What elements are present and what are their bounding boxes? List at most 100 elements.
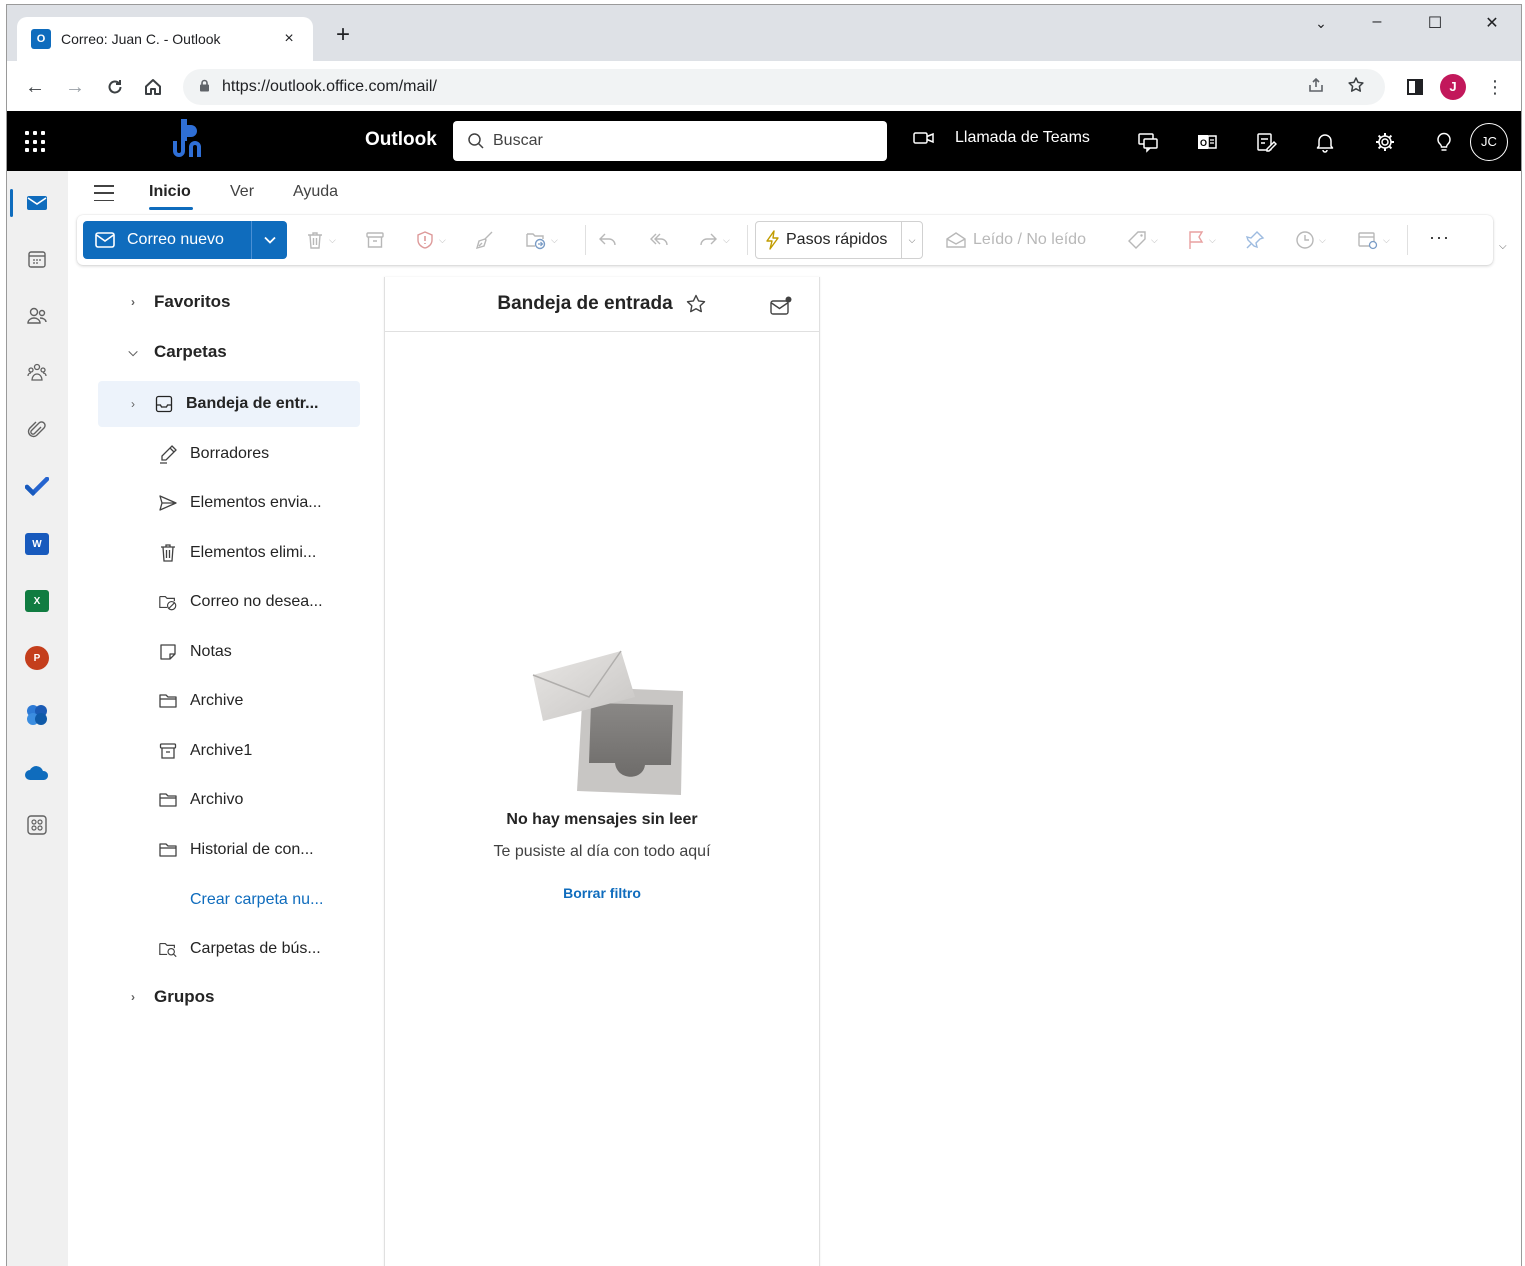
favorites-section[interactable]: › Favoritos	[68, 279, 330, 325]
quick-steps-main[interactable]: Pasos rápidos	[756, 230, 901, 250]
chat-feedback-icon[interactable]	[1137, 131, 1159, 153]
app-name[interactable]: Outlook	[365, 129, 437, 151]
settings-gear-icon[interactable]	[1374, 131, 1396, 153]
move-to-button[interactable]: ⌵	[525, 229, 558, 251]
reply-button[interactable]	[597, 229, 619, 251]
pin-icon	[1245, 231, 1265, 249]
new-mail-label: Correo nuevo	[127, 231, 224, 248]
folder-item-notes[interactable]: Notas	[98, 629, 360, 675]
new-tab-button[interactable]: +	[329, 23, 357, 47]
home-icon[interactable]	[139, 73, 167, 101]
tab-ver[interactable]: Ver	[230, 183, 254, 201]
navigation-menu-icon[interactable]	[94, 185, 114, 201]
more-apps-icon[interactable]	[23, 811, 51, 839]
folder-item-inbox[interactable]: › Bandeja de entr...	[98, 381, 360, 427]
groups-section[interactable]: › Grupos	[68, 974, 330, 1020]
mail-icon[interactable]	[23, 189, 51, 217]
reload-icon[interactable]	[101, 73, 129, 101]
empty-state-title: No hay mensajes sin leer	[506, 811, 698, 828]
onedrive-cloud-icon[interactable]	[23, 759, 51, 787]
tab-close-icon[interactable]: ×	[279, 30, 299, 48]
rules-button[interactable]: ⌵	[1357, 229, 1390, 251]
flag-button[interactable]: ⌵	[1187, 229, 1216, 251]
folder-label: Notas	[190, 643, 232, 660]
favorites-label: Favoritos	[154, 292, 231, 311]
search-input[interactable]: Buscar	[453, 121, 887, 161]
reply-all-button[interactable]	[647, 229, 669, 251]
pin-button[interactable]	[1245, 229, 1265, 251]
attachment-paperclip-icon[interactable]	[23, 416, 51, 444]
clear-filter-link[interactable]: Borrar filtro	[385, 885, 819, 901]
folder-item-drafts[interactable]: Borradores	[98, 431, 360, 477]
todo-check-icon[interactable]	[23, 473, 51, 501]
drafts-icon	[158, 444, 178, 464]
word-icon[interactable]: W	[23, 530, 51, 558]
address-bar[interactable]: https://outlook.office.com/mail/	[183, 69, 1385, 105]
chevron-down-icon: ⌵	[128, 344, 138, 359]
snooze-button[interactable]: ⌵	[1295, 229, 1326, 251]
folder-label: Correo no desea...	[190, 593, 323, 610]
folder-item-sent[interactable]: Elementos envia...	[98, 480, 360, 526]
ribbon-expand-chevron-icon[interactable]: ⌵	[1499, 241, 1507, 252]
new-mail-dropdown-chevron-icon[interactable]	[252, 233, 287, 247]
rules-icon	[1358, 232, 1378, 250]
envelope-icon	[95, 232, 115, 248]
svg-text:O: O	[1200, 138, 1207, 148]
delete-button[interactable]: ⌵	[305, 229, 336, 251]
excel-icon[interactable]: X	[23, 587, 51, 615]
maximize-button[interactable]: ☐	[1415, 13, 1455, 33]
calendar-icon[interactable]	[23, 245, 51, 273]
report-button[interactable]: ⌵	[415, 229, 446, 251]
folder-item-junk[interactable]: Correo no desea...	[98, 579, 360, 625]
folder-item-archive[interactable]: Archive	[98, 678, 360, 724]
folder-item-deleted[interactable]: Elementos elimi...	[98, 530, 360, 576]
tab-ayuda[interactable]: Ayuda	[293, 183, 338, 201]
share-icon[interactable]	[1307, 76, 1325, 99]
more-options-button[interactable]: ···	[1429, 227, 1450, 248]
categorize-button[interactable]: ⌵	[1127, 229, 1158, 251]
folders-section[interactable]: ⌵ Carpetas	[68, 329, 330, 375]
tab-inicio[interactable]: Inicio	[149, 183, 191, 201]
read-unread-button[interactable]: Leído / No leído	[945, 229, 1086, 251]
folder-item-search-folders[interactable]: Carpetas de bús...	[98, 926, 360, 972]
browser-menu-icon[interactable]: ⋮	[1481, 73, 1509, 101]
folder-item-conversation-history[interactable]: Historial de con...	[98, 827, 360, 873]
forward-button[interactable]: ⌵	[697, 229, 730, 251]
create-folder-link[interactable]: Crear carpeta nu...	[98, 877, 360, 923]
powerpoint-icon[interactable]: P	[23, 644, 51, 672]
folder-item-archivo[interactable]: Archivo	[98, 777, 360, 823]
bookmark-star-icon[interactable]	[1347, 76, 1365, 99]
tab-search-icon[interactable]: ⌄	[1301, 15, 1341, 32]
quick-steps-button[interactable]: Pasos rápidos ⌵	[755, 221, 923, 259]
outlook-header: Outlook Buscar Llamada de Teams O JC	[7, 111, 1521, 171]
folder-move-icon	[526, 233, 546, 250]
separator	[1407, 225, 1408, 255]
app-launcher-icon[interactable]	[25, 131, 47, 153]
archive-button[interactable]	[365, 229, 385, 251]
new-mail-button[interactable]: Correo nuevo	[83, 221, 287, 259]
office-apps-icon[interactable]: O	[1196, 131, 1218, 153]
favorite-star-icon[interactable]	[685, 293, 707, 315]
minimize-button[interactable]: –	[1357, 13, 1397, 31]
account-avatar[interactable]: JC	[1470, 123, 1508, 161]
sweep-button[interactable]	[475, 229, 495, 251]
new-mail-main[interactable]: Correo nuevo	[83, 221, 251, 259]
folder-item-archive1[interactable]: Archive1	[98, 728, 360, 774]
tips-lightbulb-icon[interactable]	[1433, 131, 1455, 153]
browser-profile-avatar[interactable]: J	[1440, 74, 1466, 100]
yammer-icon[interactable]	[23, 701, 51, 729]
groups-icon[interactable]	[23, 359, 51, 387]
side-panel-icon[interactable]	[1401, 73, 1429, 101]
browser-tab[interactable]: O Correo: Juan C. - Outlook ×	[17, 17, 313, 61]
notifications-bell-icon[interactable]	[1314, 131, 1336, 153]
window-close-button[interactable]: ✕	[1472, 13, 1512, 33]
teams-call-button[interactable]: Llamada de Teams	[913, 129, 1090, 147]
filter-mail-icon[interactable]	[769, 295, 793, 317]
people-icon[interactable]	[23, 302, 51, 330]
forward-arrow-icon[interactable]: →	[61, 73, 89, 101]
quick-steps-chevron-icon[interactable]: ⌵	[902, 235, 922, 246]
trash-icon	[308, 232, 322, 249]
my-day-icon[interactable]	[1255, 131, 1277, 153]
back-arrow-icon[interactable]: ←	[21, 73, 49, 101]
folder-pane: › Favoritos ⌵ Carpetas › Bandeja de entr…	[68, 275, 368, 1265]
